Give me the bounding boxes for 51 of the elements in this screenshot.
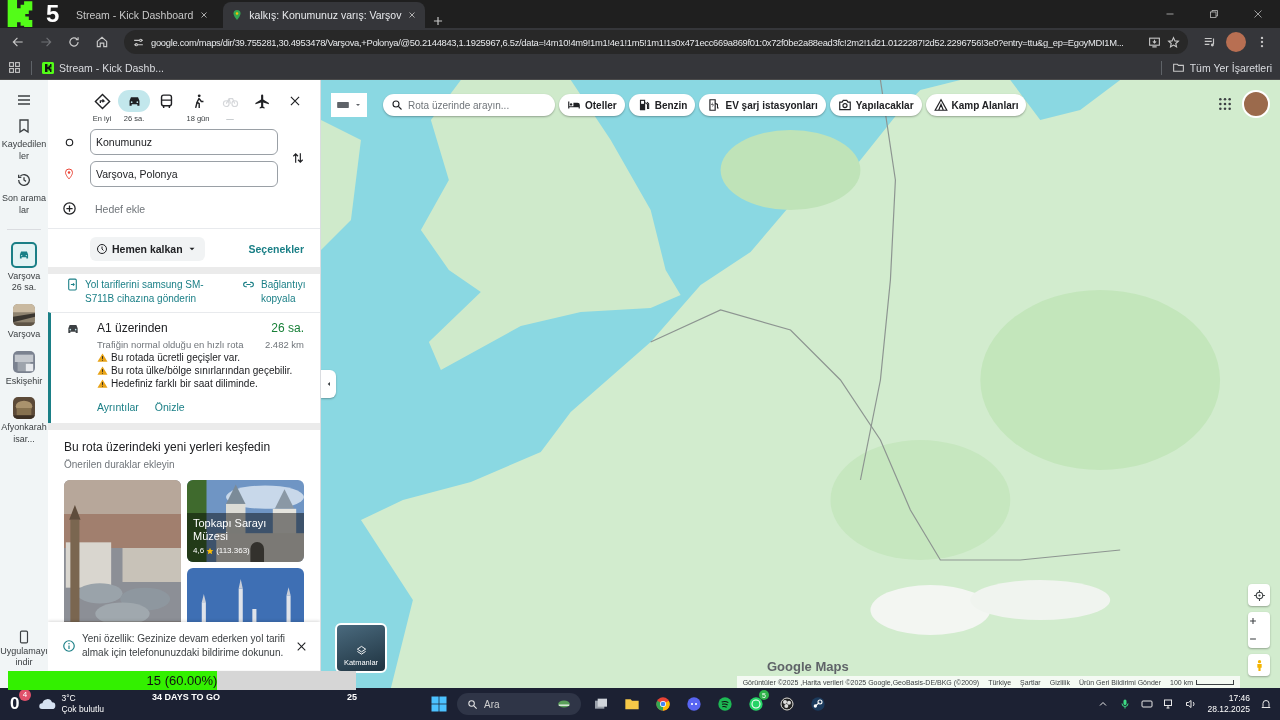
clock-date: 28.12.2025 [1207, 704, 1250, 716]
all-bookmarks-link[interactable]: Tüm Yer İşaretleri [1171, 61, 1272, 74]
add-destination-button[interactable]: Hedef ekle [90, 194, 278, 215]
category-chip[interactable]: Benzin [628, 94, 696, 116]
category-chip[interactable]: EV şarj istasyonları [699, 94, 826, 116]
route-link[interactable]: Ayrıntılar [97, 401, 139, 413]
copy-link-button[interactable]: Bağlantıyı kopyala [242, 278, 306, 306]
route-link[interactable]: Önizle [154, 401, 185, 413]
route-title: A1 üzerinden [97, 321, 169, 337]
recent-trip[interactable]: Afyonkarahisar... [1, 397, 47, 446]
recent-trip[interactable]: Varşova 26 sa. [1, 241, 47, 294]
url-text: google.com/maps/dir/39.755281,30.4953478/Varşova,+Polonya/@50.2144843,1.1925967,6.5z/data=!4m10!4m9!1m1!4e1!1m5!1m1!1s0x471ecc669a869f01:0x72f0be2a88ead3fc!2m2!1d21.0122287!2d52.2296756!3e0?entry=ttu&g_ep=EgoyMDI1M... [151, 36, 1125, 48]
route-description: Trafiğin normal olduğu en hızlı rota [97, 339, 245, 350]
countdown-text: 34 DAYS TO GO [152, 692, 221, 702]
recent-trip[interactable]: Varşova [1, 303, 47, 341]
recent-trip[interactable]: Eskişehir [1, 350, 47, 388]
rating-value: 4,6 [193, 546, 205, 556]
notice-text: Yeni özellik: Gezinize devam ederken yol tarifi almak için telefonunuzdaki bildirime dokunun. [82, 632, 287, 660]
place-name[interactable]: Topkapı Sarayı Müzesi [193, 517, 298, 544]
clock-time: 17:46 [1227, 692, 1250, 704]
destination-field[interactable]: Varşova, Polonya [90, 161, 278, 187]
browser-tab[interactable]: kalkış: Konumunuz varış: Varşov [223, 2, 426, 28]
bookmark-link[interactable]: Stream - Kick Dashb... [42, 61, 165, 74]
section-title: Bu rota üzerindeki yeni yerleri keşfedin [64, 440, 272, 454]
section-subtitle: Önerilen duraklar ekleyin [64, 459, 176, 470]
search-field[interactable]: Rota üzerinde arayın... [383, 94, 555, 116]
category-chip[interactable]: Yapılacaklar [829, 94, 922, 116]
download-app-button[interactable]: Uygulamayı indir [0, 629, 48, 668]
follower-count: 5 [46, 2, 60, 26]
warning-text: Bu rota ülke/bölge sınırlarından geçebilir. [111, 365, 293, 376]
category-chip[interactable]: Oteller [559, 94, 625, 116]
progress-text: 15 (60.00%) [145, 672, 219, 690]
taskbar-search-field[interactable]: Ara [457, 693, 581, 715]
rail-item[interactable]: Kaydedilenler [1, 118, 47, 163]
warning-text: Hedefiniz farklı bir saat diliminde. [111, 378, 258, 389]
review-count: (113.363) [216, 546, 250, 556]
route-duration: 26 sa. [270, 321, 304, 337]
route-distance: 2.482 km [264, 339, 304, 350]
number-text: 25 [347, 692, 357, 702]
send-to-phone-button[interactable]: Yol tariflerini samsung SM-S711B cihazına gönderin [66, 278, 216, 306]
browser-tab[interactable]: Stream - Kick Dashboard [68, 2, 218, 28]
category-chip[interactable]: Kamp Alanları [925, 94, 1027, 116]
temperature-text: 3°C [61, 692, 77, 704]
options-link[interactable]: Seçenekler [248, 243, 304, 255]
counter-text: 0 [10, 694, 20, 714]
warning-text: Bu rotada ücretli geçişler var. [111, 352, 240, 363]
rail-item[interactable]: Son aramalar [1, 172, 47, 217]
weather-condition: Çok bulutlu [61, 704, 104, 716]
map-logo: Google Maps [767, 659, 849, 674]
origin-field[interactable]: Konumunuz [90, 129, 278, 155]
depart-time-button[interactable]: Hemen kalkan [90, 237, 205, 261]
